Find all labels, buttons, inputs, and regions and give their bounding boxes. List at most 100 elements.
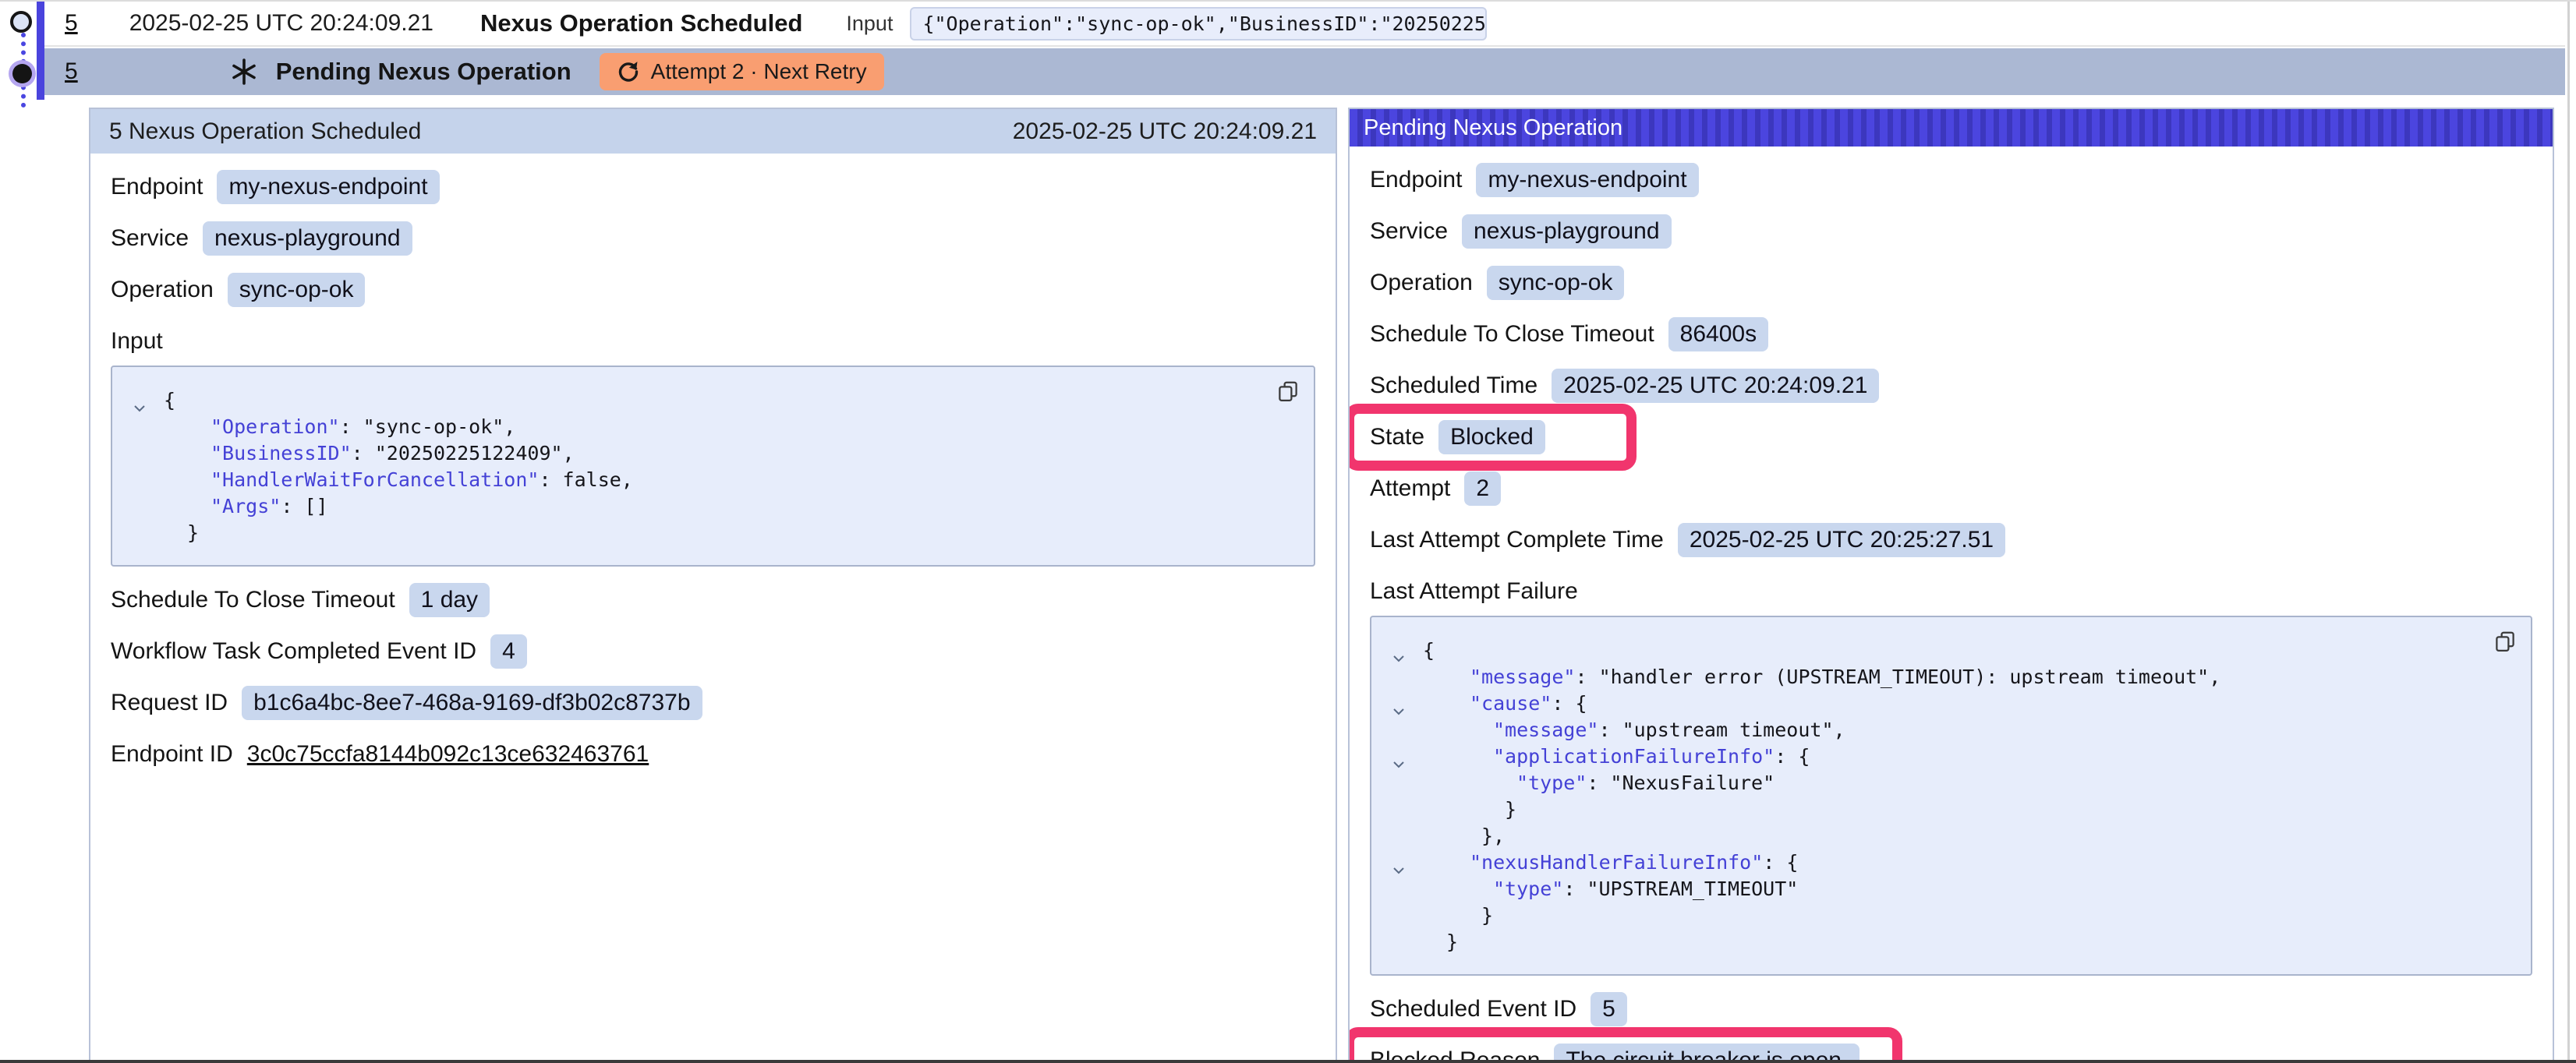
code-line: "message": "upstream timeout", (1390, 717, 2509, 743)
detail-fields-bottom: Schedule To Close Timeout 1 day Workflow T… (111, 582, 1315, 772)
event-id-link[interactable]: 5 (65, 10, 78, 37)
timeline-event-marker-filled-icon[interactable] (12, 64, 32, 83)
timeline-event-marker-open-icon[interactable] (10, 11, 32, 33)
code-line: "type": "NexusFailure" (1390, 770, 2509, 796)
field-label-operation: Operation (1370, 270, 1473, 296)
endpoint-value: my-nexus-endpoint (217, 170, 439, 204)
retry-icon (617, 60, 640, 83)
code-line: "BusinessID": "20250225122409", (131, 440, 1292, 467)
last-attempt-complete-time-value: 2025-02-25 UTC 20:25:27.51 (1678, 523, 2005, 557)
field-row-scheduled-time: Scheduled Time 2025-02-25 UTC 20:24:09.21 (1370, 368, 2532, 404)
field-label-endpoint-id: Endpoint ID (111, 741, 233, 768)
timeline-gutter (0, 2, 37, 1060)
failure-json-viewer: {"message": "handler error (UPSTREAM_TIM… (1370, 616, 2532, 976)
field-label-endpoint: Endpoint (111, 174, 203, 200)
code-line: } (1390, 796, 2509, 823)
field-label-state: State (1370, 424, 1424, 450)
event-input-preview[interactable]: {"Operation":"sync-op-ok","BusinessID":"… (910, 7, 1487, 41)
code-line: "HandlerWaitForCancellation": false, (131, 467, 1292, 493)
code-line: } (1390, 902, 2509, 929)
pending-banner-title: Pending Nexus Operation (1364, 115, 1622, 141)
code-line: { (131, 387, 1292, 414)
selected-event-accent-bar (37, 2, 44, 100)
field-row-blocked-reason: Blocked Reason The circuit breaker is ope… (1370, 1043, 2532, 1061)
pending-nexus-operation-row[interactable]: 5 Pending Nexus Operation (44, 48, 2565, 95)
code-line: } (131, 520, 1292, 546)
field-label-last-attempt-complete-time: Last Attempt Complete Time (1370, 527, 1664, 553)
field-label-operation: Operation (111, 277, 214, 303)
code-line: "message": "handler error (UPSTREAM_TIME… (1390, 664, 2509, 690)
pending-fields-bottom: Scheduled Event ID5 Blocked Reason The cir… (1370, 991, 2532, 1061)
workflow-task-completed-event-id-value: 4 (490, 634, 527, 669)
field-label-blocked-reason: Blocked Reason (1370, 1047, 1540, 1061)
field-row-attempt: Attempt 2 (1370, 471, 2532, 507)
event-row-nexus-operation-scheduled[interactable]: 5 2025-02-25 UTC 20:24:09.21 Nexus Opera… (44, 2, 2565, 47)
input-json-viewer: {"Operation": "sync-op-ok","BusinessID":… (111, 366, 1315, 567)
schedule-to-close-timeout-value: 86400s (1668, 317, 1768, 351)
field-row-workflow-task-completed-event-id: Workflow Task Completed Event ID 4 (111, 634, 1315, 669)
field-label-request-id: Request ID (111, 690, 228, 716)
code-line: "Args": [] (131, 493, 1292, 520)
service-value: nexus-playground (1462, 214, 1672, 249)
event-detail-area: 5 Nexus Operation Scheduled 2025-02-25 U… (89, 95, 2554, 1061)
pending-operation-card: Pending Nexus Operation Endpointmy-nexus… (1348, 108, 2554, 1061)
pending-asterisk-icon (231, 58, 257, 85)
blocked-reason-value: The circuit breaker is open. (1554, 1044, 1859, 1061)
field-row-schedule-to-close-timeout: Schedule To Close Timeout 1 day (111, 582, 1315, 618)
code-line: "Operation": "sync-op-ok", (131, 414, 1292, 440)
event-detail-card: 5 Nexus Operation Scheduled 2025-02-25 U… (89, 108, 1337, 1061)
event-input-label: Input (846, 12, 893, 36)
field-label-scheduled-event-id: Scheduled Event ID (1370, 996, 1576, 1022)
field-label-workflow-task-completed-event-id: Workflow Task Completed Event ID (111, 638, 476, 665)
schedule-to-close-timeout-value: 1 day (409, 583, 490, 617)
code-line: { (1390, 637, 2509, 664)
field-row-operation: Operation sync-op-ok (111, 272, 1315, 308)
code-line: "type": "UPSTREAM_TIMEOUT" (1390, 876, 2509, 902)
pending-operation-banner: Pending Nexus Operation (1350, 109, 2553, 147)
operation-value: sync-op-ok (1487, 266, 1625, 300)
pending-fields-top: Endpointmy-nexus-endpoint Service nexus-pl… (1370, 162, 2532, 558)
field-row-endpoint: Endpoint my-nexus-endpoint (111, 169, 1315, 205)
field-row-schedule-to-close-timeout: Schedule To Close Timeout 86400s (1370, 316, 2532, 352)
field-row-service: Service nexus-playground (1370, 214, 2532, 249)
field-row-endpoint: Endpointmy-nexus-endpoint (1370, 162, 2532, 198)
field-label-schedule-to-close-timeout: Schedule To Close Timeout (1370, 321, 1654, 348)
retry-status-badge: Attempt 2 · Next Retry (600, 53, 884, 90)
event-detail-card-header: 5 Nexus Operation Scheduled 2025-02-25 U… (90, 109, 1336, 154)
code-line: } (1390, 929, 2509, 955)
retry-badge-label: Attempt 2 · Next Retry (651, 59, 867, 84)
pending-title: Pending Nexus Operation (276, 58, 571, 86)
request-id-value: b1c6a4bc-8ee7-468a-9169-df3b02c8737b (242, 686, 702, 720)
field-row-last-attempt-complete-time: Last Attempt Complete Time 2025-02-25 UTC… (1370, 522, 2532, 558)
field-label-attempt: Attempt (1370, 475, 1450, 502)
code-line: "nexusHandlerFailureInfo": { (1390, 849, 2509, 876)
field-row-service: Service nexus-playground (111, 221, 1315, 256)
field-label-endpoint: Endpoint (1370, 167, 1462, 193)
code-line: }, (1390, 823, 2509, 849)
annotation-highlight-blocked-reason: Blocked Reason The circuit breaker is ope… (1348, 1027, 1902, 1061)
field-label-scheduled-time: Scheduled Time (1370, 373, 1537, 399)
event-timestamp: 2025-02-25 UTC 20:24:09.21 (129, 10, 433, 37)
endpoint-id-value[interactable]: 3c0c75ccfa8144b092c13ce632463761 (247, 741, 649, 768)
field-row-scheduled-event-id: Scheduled Event ID5 (1370, 991, 2532, 1027)
service-value: nexus-playground (203, 221, 412, 256)
annotation-highlight-state: State Blocked (1348, 404, 1637, 471)
field-label-schedule-to-close-timeout: Schedule To Close Timeout (111, 587, 395, 613)
pending-event-id-link[interactable]: 5 (65, 58, 78, 85)
field-row-state: State Blocked (1370, 419, 2532, 455)
detail-header-timestamp: 2025-02-25 UTC 20:24:09.21 (1013, 118, 1317, 145)
failure-section-label: Last Attempt Failure (1370, 578, 2532, 605)
state-value: Blocked (1438, 420, 1545, 454)
field-label-service: Service (111, 225, 189, 252)
event-title: Nexus Operation Scheduled (480, 9, 802, 37)
input-section-label: Input (111, 328, 1315, 355)
field-row-operation: Operation sync-op-ok (1370, 265, 2532, 301)
field-label-service: Service (1370, 218, 1448, 245)
workflow-history-page: 5 2025-02-25 UTC 20:24:09.21 Nexus Opera… (0, 0, 2576, 1063)
operation-value: sync-op-ok (228, 273, 366, 307)
field-row-request-id: Request ID b1c6a4bc-8ee7-468a-9169-df3b02… (111, 685, 1315, 721)
scheduled-time-value: 2025-02-25 UTC 20:24:09.21 (1552, 369, 1879, 403)
code-line: "cause": { (1390, 690, 2509, 717)
field-row-endpoint-id: Endpoint ID 3c0c75ccfa8144b092c13ce632463… (111, 736, 1315, 772)
attempt-value: 2 (1464, 471, 1501, 506)
